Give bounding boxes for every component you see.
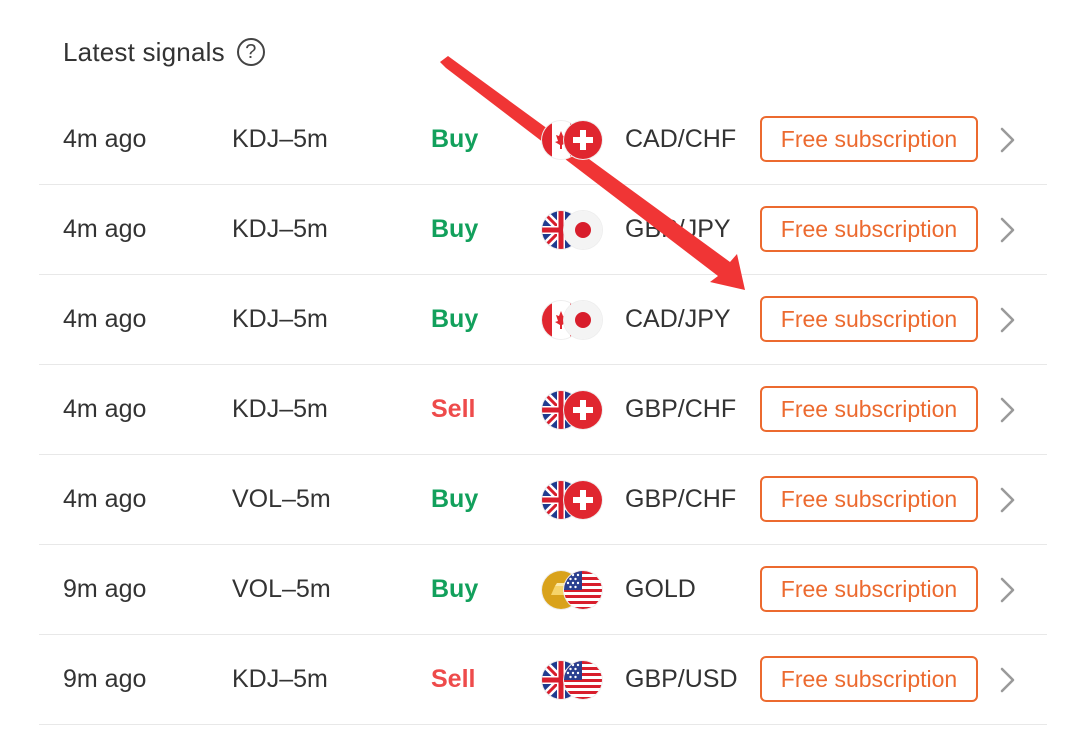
signal-row[interactable]: 4m ago KDJ–5m Buy GBP/JPY Free subscription [39,185,1047,275]
currency-pair-flags [542,545,606,634]
switzerland-flag-icon [564,121,602,159]
currency-pair-flags [542,185,606,274]
signal-indicator: KDJ–5m [232,305,328,333]
currency-pair: GBP/CHF [625,485,737,513]
signals-list: 4m ago KDJ–5m Buy CAD/CHF Free subscription 4… [39,95,1047,725]
usa-flag-icon [564,571,602,609]
currency-pair-flags [542,455,606,544]
signal-indicator: VOL–5m [232,575,331,603]
signal-indicator: KDJ–5m [232,125,328,153]
page-title: Latest signals [63,36,225,67]
chevron-right-icon[interactable] [997,396,1019,424]
signal-action: Buy [431,485,479,513]
signal-time: 4m ago [63,215,147,243]
currency-pair: CAD/JPY [625,305,731,333]
signals-header: Latest signals ? [63,32,265,72]
currency-pair-flags [542,365,606,454]
chevron-right-icon[interactable] [997,576,1019,604]
signal-indicator: KDJ–5m [232,665,328,693]
switzerland-flag-icon [564,391,602,429]
currency-pair: CAD/CHF [625,125,737,153]
chevron-right-icon[interactable] [997,216,1019,244]
signal-action: Buy [431,215,479,243]
signal-time: 9m ago [63,665,147,693]
signal-row[interactable]: 4m ago KDJ–5m Buy CAD/JPY Free subscription [39,275,1047,365]
japan-flag-icon [564,301,602,339]
switzerland-flag-icon [564,481,602,519]
currency-pair: GBP/USD [625,665,738,693]
signal-time: 4m ago [63,125,147,153]
usa-flag-icon [564,661,602,699]
signal-time: 4m ago [63,305,147,333]
currency-pair-flags [542,275,606,364]
signal-indicator: KDJ–5m [232,215,328,243]
free-subscription-button[interactable]: Free subscription [760,386,978,432]
signal-indicator: VOL–5m [232,485,331,513]
signal-time: 4m ago [63,395,147,423]
signal-action: Sell [431,395,476,423]
signal-row[interactable]: 4m ago KDJ–5m Buy CAD/CHF Free subscription [39,95,1047,185]
free-subscription-button[interactable]: Free subscription [760,656,978,702]
signal-action: Buy [431,125,479,153]
free-subscription-button[interactable]: Free subscription [760,206,978,252]
signal-time: 4m ago [63,485,147,513]
currency-pair-flags [542,635,606,724]
currency-pair: GOLD [625,575,696,603]
signal-action: Buy [431,305,479,333]
signal-row[interactable]: 4m ago KDJ–5m Sell GBP/CHF Free subscription [39,365,1047,455]
signal-row[interactable]: 9m ago KDJ–5m Sell GBP/USD Free subscription [39,635,1047,725]
chevron-right-icon[interactable] [997,126,1019,154]
help-icon[interactable]: ? [236,38,265,66]
currency-pair-flags [542,95,606,184]
japan-flag-icon [564,211,602,249]
signal-action: Sell [431,665,476,693]
free-subscription-button[interactable]: Free subscription [760,476,978,522]
chevron-right-icon[interactable] [997,306,1019,334]
signal-time: 9m ago [63,575,147,603]
signal-row[interactable]: 4m ago VOL–5m Buy GBP/CHF Free subscription [39,455,1047,545]
chevron-right-icon[interactable] [997,486,1019,514]
signal-action: Buy [431,575,479,603]
free-subscription-button[interactable]: Free subscription [760,566,978,612]
signal-row[interactable]: 9m ago VOL–5m Buy GOLD Free subscription [39,545,1047,635]
chevron-right-icon[interactable] [997,666,1019,694]
free-subscription-button[interactable]: Free subscription [760,296,978,342]
currency-pair: GBP/CHF [625,395,737,423]
currency-pair: GBP/JPY [625,215,731,243]
free-subscription-button[interactable]: Free subscription [760,116,978,162]
signal-indicator: KDJ–5m [232,395,328,423]
